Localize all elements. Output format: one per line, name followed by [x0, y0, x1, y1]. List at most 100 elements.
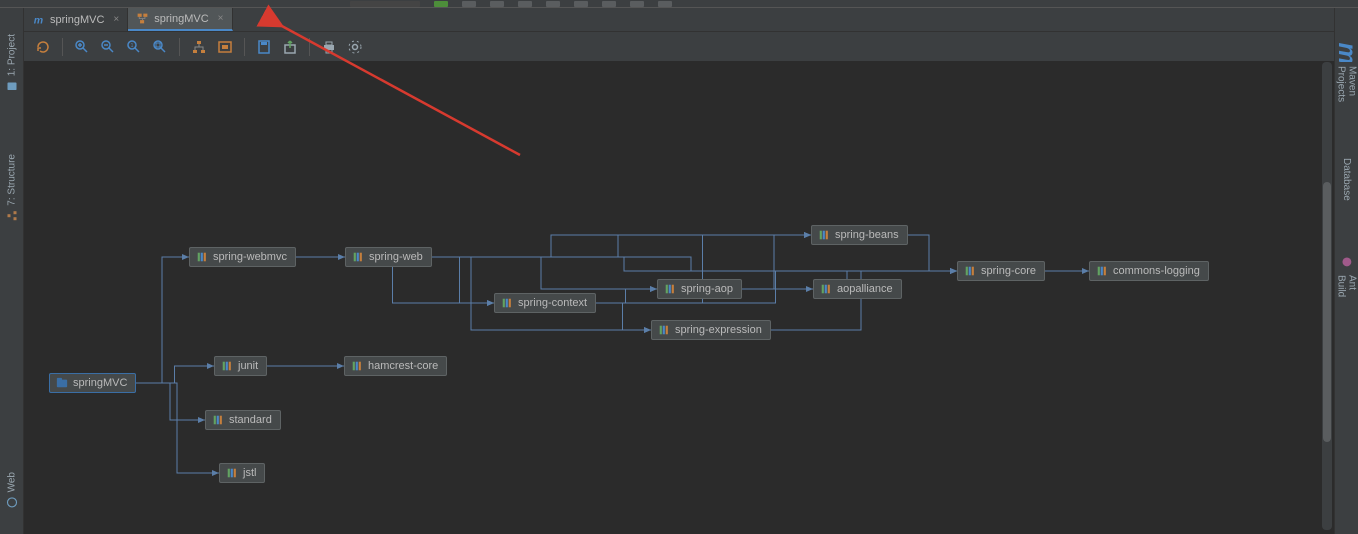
svg-text:m: m — [34, 15, 43, 26]
library-icon — [196, 251, 208, 263]
debug-icon[interactable] — [462, 1, 476, 7]
run-icon[interactable] — [434, 1, 448, 7]
node-label: jstl — [243, 467, 256, 479]
toolbar-icon[interactable] — [658, 1, 672, 7]
zoom-actual-icon[interactable]: 1 — [123, 36, 145, 58]
zoom-in-icon[interactable] — [71, 36, 93, 58]
tab-label: springMVC — [154, 13, 208, 25]
dependency-node-spring-aop[interactable]: spring-aop — [657, 279, 742, 299]
tab-springmvc-diagram[interactable]: springMVC × — [128, 8, 232, 31]
tool-window-project[interactable]: 1: Project — [6, 28, 18, 98]
diagram-toolbar: 1 — [24, 32, 1334, 62]
structure-icon — [6, 210, 18, 222]
node-label: aopalliance — [837, 283, 893, 295]
node-label: spring-expression — [675, 324, 762, 336]
layout-icon[interactable] — [188, 36, 210, 58]
node-label: spring-webmvc — [213, 251, 287, 263]
node-label: spring-aop — [681, 283, 733, 295]
dependency-node-spring-webmvc[interactable]: spring-webmvc — [189, 247, 296, 267]
separator — [62, 38, 63, 56]
tool-window-ant[interactable]: Ant Build — [1336, 247, 1358, 303]
dependency-node-standard[interactable]: standard — [205, 410, 281, 430]
settings-icon[interactable] — [344, 36, 366, 58]
zoom-fit-icon[interactable] — [149, 36, 171, 58]
export-icon[interactable] — [279, 36, 301, 58]
separator — [179, 38, 180, 56]
maven-m-icon: m — [32, 13, 45, 26]
library-icon — [501, 297, 513, 309]
library-icon — [658, 324, 670, 336]
toolbar-icon[interactable] — [574, 1, 588, 7]
toolbar-icon[interactable] — [518, 1, 532, 7]
library-icon — [352, 251, 364, 263]
scrollbar-thumb[interactable] — [1323, 182, 1331, 442]
node-label: springMVC — [73, 377, 127, 389]
editor-tabs: m springMVC × springMVC × — [24, 8, 1334, 32]
tool-window-structure[interactable]: 7: Structure — [6, 148, 18, 228]
dependency-node-spring-core[interactable]: spring-core — [957, 261, 1045, 281]
stop-icon[interactable] — [490, 1, 504, 7]
dependency-node-spring-expression[interactable]: spring-expression — [651, 320, 771, 340]
toolbar-icon[interactable] — [630, 1, 644, 7]
web-icon — [6, 496, 18, 508]
fit-content-icon[interactable] — [214, 36, 236, 58]
dependency-node-spring-context[interactable]: spring-context — [494, 293, 596, 313]
toolbar-icon[interactable] — [602, 1, 616, 7]
dependency-node-commons-logging[interactable]: commons-logging — [1089, 261, 1209, 281]
node-label: spring-web — [369, 251, 423, 263]
node-label: hamcrest-core — [368, 360, 438, 372]
close-icon[interactable]: × — [113, 14, 119, 25]
separator — [309, 38, 310, 56]
right-tool-strip: m Maven Projects Database Ant Build — [1334, 8, 1358, 534]
zoom-out-icon[interactable] — [97, 36, 119, 58]
tool-window-database[interactable]: Database — [1341, 148, 1352, 207]
library-icon — [964, 265, 976, 277]
svg-text:m: m — [1333, 43, 1358, 62]
module-icon — [56, 377, 68, 389]
dependency-node-hamcrest-core[interactable]: hamcrest-core — [344, 356, 447, 376]
separator — [244, 38, 245, 56]
tool-window-label: 1: Project — [6, 34, 17, 76]
tool-window-maven[interactable]: m Maven Projects — [1330, 23, 1358, 108]
tab-springmvc-pom[interactable]: m springMVC × — [24, 8, 128, 31]
library-icon — [820, 283, 832, 295]
refresh-icon[interactable] — [32, 36, 54, 58]
toolbar-icon[interactable] — [546, 1, 560, 7]
dependency-diagram-canvas[interactable]: springMVC spring-webmvc junit standard jstl s… — [24, 62, 1334, 534]
run-config-combo[interactable] — [350, 1, 420, 7]
node-label: spring-beans — [835, 229, 899, 241]
close-icon[interactable]: × — [218, 13, 224, 24]
library-icon — [818, 229, 830, 241]
maven-m-icon: m — [1330, 29, 1358, 62]
dependency-node-jstl[interactable]: jstl — [219, 463, 265, 483]
tool-window-label: Ant Build — [1336, 275, 1358, 297]
dependency-node-aopalliance[interactable]: aopalliance — [813, 279, 902, 299]
diagram-icon — [136, 12, 149, 25]
dependency-node-spring-web[interactable]: spring-web — [345, 247, 432, 267]
save-image-icon[interactable] — [253, 36, 275, 58]
library-icon — [221, 360, 233, 372]
node-label: standard — [229, 414, 272, 426]
library-icon — [212, 414, 224, 426]
tool-window-label: Web — [6, 472, 17, 492]
dependency-node-junit[interactable]: junit — [214, 356, 267, 376]
library-icon — [351, 360, 363, 372]
tool-window-web[interactable]: Web — [6, 466, 18, 514]
library-icon — [1096, 265, 1108, 277]
ant-icon — [1338, 253, 1356, 271]
tool-window-label: 7: Structure — [6, 154, 17, 206]
project-icon — [6, 80, 18, 92]
dependency-node-springMVC[interactable]: springMVC — [49, 373, 136, 393]
print-icon[interactable] — [318, 36, 340, 58]
vertical-scrollbar[interactable] — [1322, 62, 1332, 530]
main-toolbar — [0, 0, 1358, 8]
node-label: commons-logging — [1113, 265, 1200, 277]
tab-label: springMVC — [50, 14, 104, 26]
tool-window-label: Maven Projects — [1336, 66, 1358, 102]
dependency-node-spring-beans[interactable]: spring-beans — [811, 225, 908, 245]
svg-text:1: 1 — [131, 43, 134, 49]
tool-window-label: Database — [1341, 158, 1352, 201]
library-icon — [664, 283, 676, 295]
library-icon — [226, 467, 238, 479]
node-label: spring-context — [518, 297, 587, 309]
